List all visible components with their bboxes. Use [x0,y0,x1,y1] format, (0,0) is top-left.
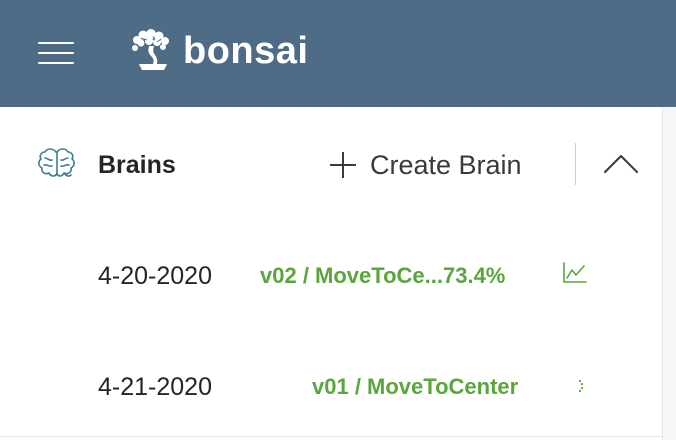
brain-date: 4-21-2020 [98,373,212,401]
brain-row[interactable]: 4-20-2020 v02 / MoveToCe...73.4% [0,245,662,305]
brain-row[interactable]: 4-21-2020 v01 / MoveToCenter [0,356,662,416]
bonsai-logo[interactable]: bonsai [127,26,308,76]
create-brain-label: Create Brain [370,150,522,180]
top-bar: bonsai [0,0,676,107]
brain-version-link[interactable]: v02 / MoveToCe...73.4% [260,261,505,291]
bonsai-tree-icon [132,29,169,70]
scrollbar-track[interactable] [662,107,676,440]
loading-spinner-icon [578,379,584,393]
hamburger-menu-icon[interactable] [38,40,74,66]
brains-section-title: Brains [98,151,176,179]
row-divider [0,436,662,437]
chevron-up-icon[interactable] [602,148,640,178]
logo-text: bonsai [183,30,309,72]
line-chart-icon[interactable] [562,261,588,285]
create-brain-button[interactable]: Create Brain [330,146,522,184]
brain-date: 4-20-2020 [98,262,212,290]
brain-version-link[interactable]: v01 / MoveToCenter [312,372,518,402]
header-divider [575,143,576,185]
brain-icon [38,148,75,177]
plus-icon [330,152,356,178]
